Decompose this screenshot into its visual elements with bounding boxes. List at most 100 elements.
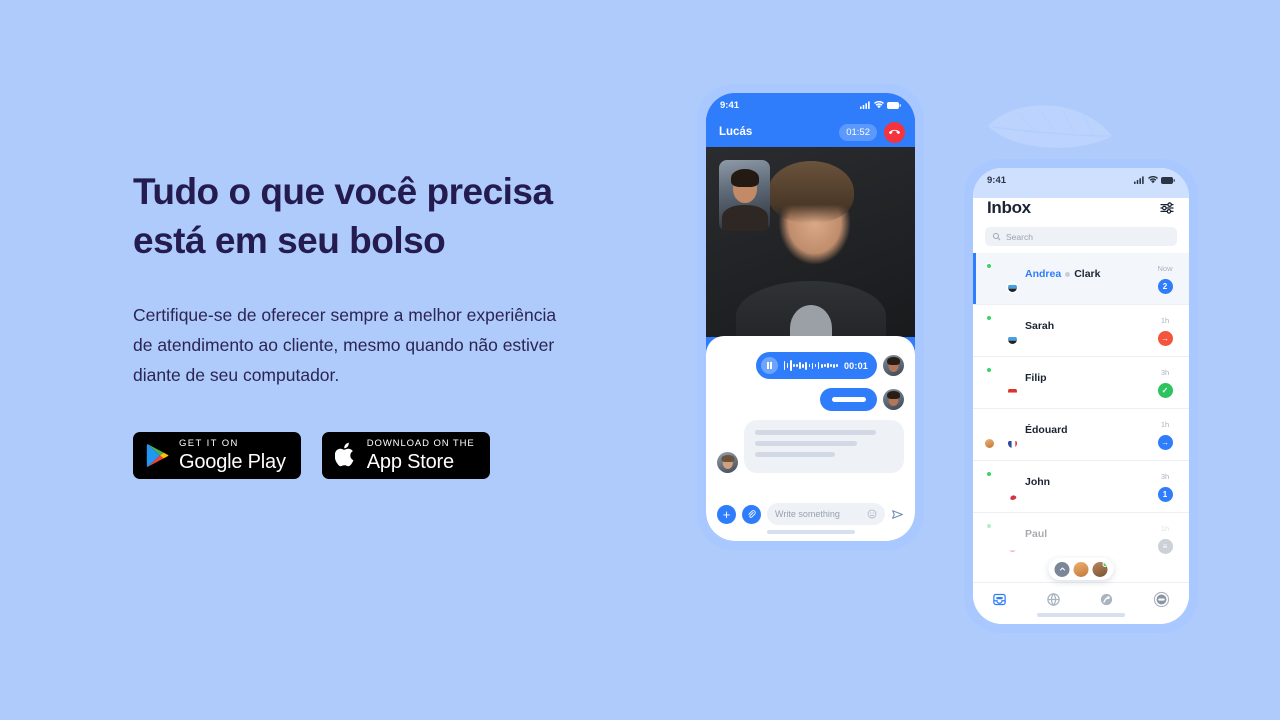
incoming-message-bubble[interactable]: [744, 420, 904, 473]
google-play-badge[interactable]: GET IT ON Google Play: [133, 431, 301, 479]
phone-icon: [889, 129, 900, 134]
online-indicator: [986, 367, 992, 373]
status-badge[interactable]: ≡: [1157, 539, 1173, 554]
call-contact-name: Lucás: [719, 126, 753, 138]
collapsed-conversations-pill[interactable]: [1048, 558, 1114, 580]
flag-badge: [1007, 490, 1018, 501]
wifi-icon: [1148, 176, 1158, 184]
contact-name: Andrea Clark: [1025, 268, 1100, 280]
list-item-meta: Now 2: [1153, 263, 1177, 294]
end-call-button[interactable]: [884, 121, 905, 143]
attachment-icon[interactable]: [742, 504, 761, 524]
status-badge[interactable]: →: [1157, 331, 1173, 346]
inbox-phone-screen: 9:41 Inbox Search Andrea Clark Now 2 Sar…: [973, 168, 1189, 624]
inbox-phone-mockup: 9:41 Inbox Search Andrea Clark Now 2 Sar…: [964, 159, 1198, 633]
pip-hair: [730, 169, 759, 188]
avatar: [1073, 561, 1089, 577]
avatar: [883, 355, 904, 376]
chevron-up-icon[interactable]: [1054, 561, 1070, 577]
list-item[interactable]: Édouard 1h →: [973, 409, 1189, 461]
inbox-tray-icon: [993, 593, 1006, 606]
secondary-avatar-badge: [984, 438, 995, 449]
status-badge[interactable]: 2: [1157, 279, 1173, 294]
inbox-status-icons: [1134, 176, 1175, 184]
avatar: [984, 419, 1018, 449]
add-attachment-button[interactable]: +: [717, 504, 736, 524]
avatar: [986, 523, 1018, 553]
avatar: [1092, 561, 1108, 577]
list-item[interactable]: Paul 1h ≡: [973, 513, 1189, 564]
app-store-badge[interactable]: Download on the App Store: [321, 431, 490, 479]
text-message-row: [717, 388, 904, 411]
filter-sliders-icon[interactable]: [1159, 200, 1175, 216]
call-phone-mockup: 9:41 Lucás 01:52 00:01 + Write something: [697, 84, 924, 550]
list-item[interactable]: Filip 3h ✓: [973, 357, 1189, 409]
list-item-body: Sarah: [1025, 315, 1144, 334]
list-item-body: Paul: [1025, 523, 1144, 542]
avatar: [717, 452, 738, 473]
list-item-meta: 3h 1: [1153, 471, 1177, 502]
chat-panel: 00:01 + Write something: [706, 336, 915, 541]
wifi-icon: [874, 101, 884, 109]
inbox-title: Inbox: [987, 198, 1031, 217]
app-store-badge-top: Download on the: [366, 438, 475, 450]
voice-message-row: 00:01: [717, 352, 904, 379]
timestamp: 1h: [1160, 420, 1170, 429]
status-badge[interactable]: →: [1157, 435, 1173, 450]
search-input[interactable]: Search: [985, 227, 1177, 246]
reports-globe-icon: [1101, 593, 1113, 606]
emoji-icon[interactable]: [867, 509, 877, 519]
status-badge[interactable]: 1: [1157, 487, 1173, 502]
app-store-badge-bottom: App Store: [366, 450, 454, 473]
timestamp: 1h: [1160, 316, 1170, 325]
self-view-pip[interactable]: [719, 160, 770, 231]
avatar-hair: [886, 357, 901, 366]
avatar: [986, 367, 1018, 397]
search-icon: [992, 232, 1001, 241]
list-item[interactable]: Sarah 1h →: [973, 305, 1189, 357]
send-icon[interactable]: [891, 508, 904, 521]
voice-message-bubble[interactable]: 00:01: [755, 352, 877, 379]
outgoing-message-bubble[interactable]: [820, 388, 877, 411]
battery-icon: [887, 101, 901, 109]
call-status-time: 9:41: [720, 99, 740, 111]
inbox-status-bar: 9:41: [973, 168, 1189, 192]
video-call-view[interactable]: [706, 147, 915, 337]
list-item-body: Filip: [1025, 367, 1144, 386]
list-item-meta: 3h ✓: [1153, 367, 1177, 398]
conversation-list: Andrea Clark Now 2 Sarah 1h → Filip 3h ✓…: [973, 253, 1189, 564]
apple-logo-icon: [334, 443, 354, 467]
remote-hair: [767, 161, 854, 223]
name-separator-dot: [1065, 271, 1071, 277]
flag-badge: [1007, 542, 1018, 553]
list-item[interactable]: Andrea Clark Now 2: [973, 253, 1189, 305]
list-item-body: Édouard: [1025, 419, 1144, 438]
page-title: Tudo o que você precisa está em seu bols…: [133, 168, 603, 266]
status-badge[interactable]: ✓: [1157, 383, 1173, 398]
online-indicator: [986, 315, 992, 321]
message-input[interactable]: Write something: [767, 503, 885, 525]
home-indicator: [766, 530, 855, 534]
timestamp: 1h: [1160, 524, 1170, 533]
pause-icon[interactable]: [760, 357, 778, 374]
headline-line-1: Tudo o que você precisa: [133, 171, 553, 212]
flag-badge: [1007, 386, 1018, 397]
contact-last-name: Clark: [1074, 268, 1101, 280]
flag-badge: [1007, 282, 1018, 293]
globe-icon: [1047, 592, 1060, 607]
tab-profile[interactable]: [1153, 591, 1170, 608]
list-item-body: John: [1025, 471, 1144, 490]
contact-name: John: [1025, 476, 1051, 488]
contact-name: Édouard: [1025, 424, 1068, 436]
cellular-signal-icon: [860, 101, 870, 109]
tab-globe[interactable]: [1046, 592, 1061, 607]
tab-reports[interactable]: [1099, 592, 1114, 607]
voice-message-duration: 00:01: [843, 360, 868, 371]
contact-name: Sarah: [1025, 320, 1055, 332]
bottom-tab-bar: [973, 582, 1189, 624]
timestamp: Now: [1157, 264, 1173, 273]
timestamp: 3h: [1160, 368, 1170, 377]
online-indicator: [986, 471, 992, 477]
list-item[interactable]: John 3h 1: [973, 461, 1189, 513]
tab-inbox[interactable]: [992, 592, 1007, 607]
